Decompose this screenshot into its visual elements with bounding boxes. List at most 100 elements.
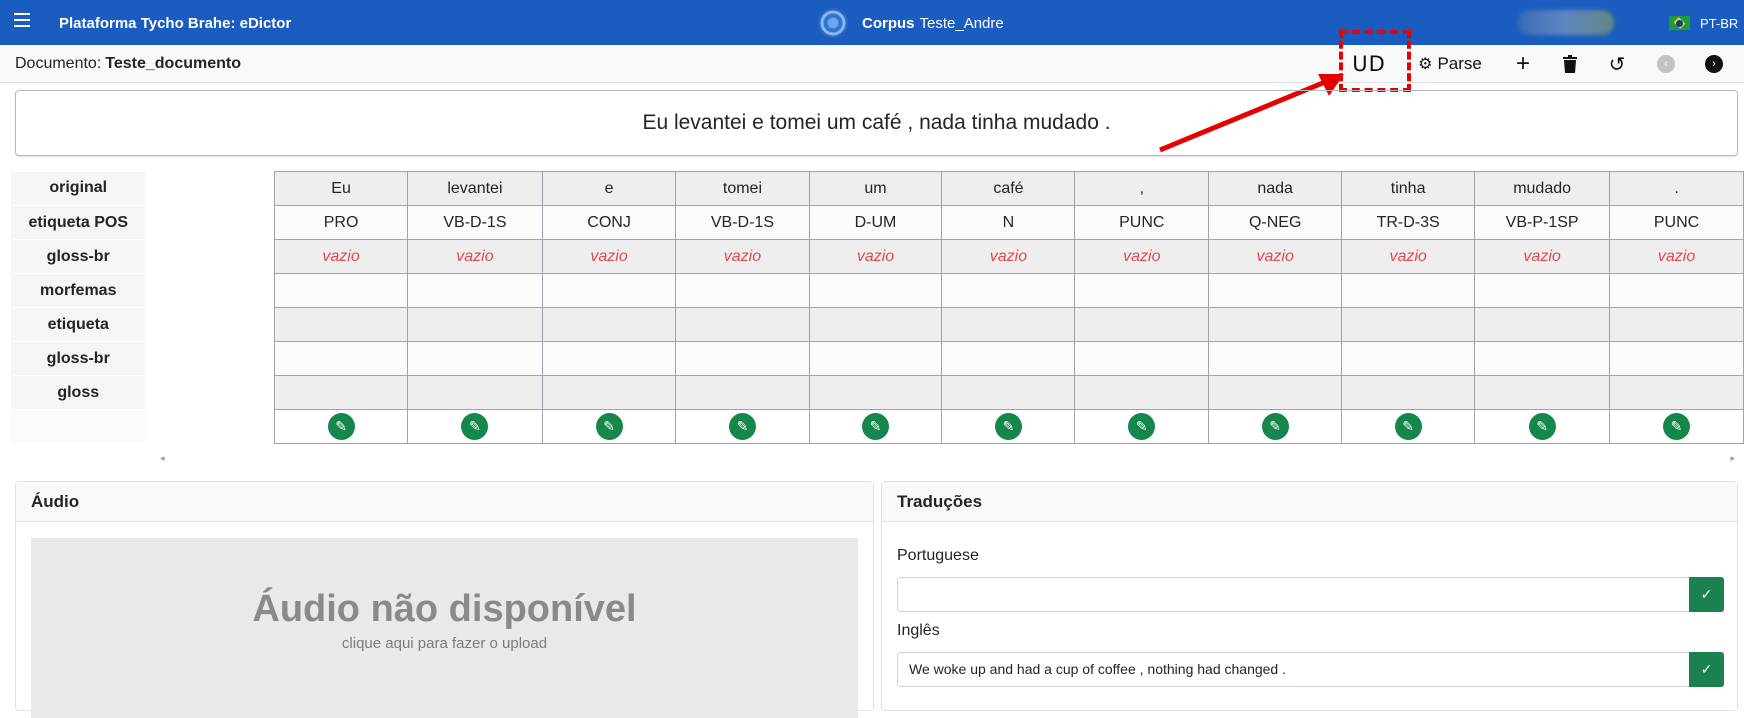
empty-cell[interactable] [541,273,677,308]
audio-upload-area[interactable]: Áudio não disponível clique aqui para fa… [31,538,858,718]
trash-icon[interactable] [1557,48,1583,80]
token-cell[interactable]: nada [1208,171,1343,206]
pos-cell[interactable]: D-UM [808,205,943,240]
empty-cell[interactable] [1474,341,1611,376]
empty-cell[interactable] [1341,307,1476,342]
parse-button[interactable]: ⚙ Parse [1413,48,1487,80]
empty-cell[interactable] [675,307,810,342]
pencil-icon[interactable]: ✎ [1128,413,1156,440]
pos-cell[interactable]: PUNC [1609,205,1744,240]
gloss-cell[interactable]: vazio [1074,239,1210,274]
gloss-cell[interactable]: vazio [808,239,943,274]
empty-cell[interactable] [1474,307,1611,342]
gloss-cell[interactable]: vazio [675,239,810,274]
pos-cell[interactable]: TR-D-3S [1341,205,1476,240]
pos-cell[interactable]: VB-P-1SP [1474,205,1611,240]
pos-cell[interactable]: CONJ [541,205,677,240]
empty-cell[interactable] [1208,307,1343,342]
pencil-icon[interactable]: ✎ [327,413,355,440]
app-title[interactable]: Plataforma Tycho Brahe: eDictor [59,15,291,32]
empty-cell[interactable] [941,273,1076,308]
empty-cell[interactable] [274,375,409,410]
empty-cell[interactable] [1208,273,1343,308]
chevron-right-icon[interactable]: › [1705,55,1723,73]
token-cell[interactable]: mudado [1474,171,1611,206]
pencil-icon[interactable]: ✎ [861,413,889,440]
empty-cell[interactable] [407,307,543,342]
empty-cell[interactable] [1474,273,1611,308]
pencil-icon[interactable]: ✎ [1394,413,1422,440]
gloss-cell[interactable]: vazio [1208,239,1343,274]
scroll-left-icon[interactable]: ◂ [160,453,165,464]
empty-cell[interactable] [941,375,1076,410]
language-selector[interactable]: PT-BR [1700,16,1738,31]
scroll-right-icon[interactable]: ▸ [1730,453,1735,464]
empty-cell[interactable] [675,341,810,376]
empty-cell[interactable] [541,341,677,376]
gloss-cell[interactable]: vazio [1341,239,1476,274]
empty-cell[interactable] [1208,341,1343,376]
empty-cell[interactable] [541,307,677,342]
gloss-cell[interactable]: vazio [274,239,409,274]
token-cell[interactable]: . [1609,171,1744,206]
empty-cell[interactable] [1341,341,1476,376]
horizontal-scrollbar[interactable]: ◂ ▸ [157,452,1738,466]
plus-icon[interactable]: + [1511,48,1535,80]
empty-cell[interactable] [1074,341,1210,376]
brazil-flag-icon[interactable] [1669,16,1690,30]
empty-cell[interactable] [407,273,543,308]
token-cell[interactable]: tomei [675,171,810,206]
pos-cell[interactable]: PRO [274,205,409,240]
empty-cell[interactable] [808,341,943,376]
empty-cell[interactable] [675,375,810,410]
pos-cell[interactable]: VB-D-1S [407,205,543,240]
undo-icon[interactable]: ↺ [1604,48,1630,80]
token-cell[interactable]: , [1074,171,1210,206]
gloss-cell[interactable]: vazio [541,239,677,274]
english-translation-input[interactable]: We woke up and had a cup of coffee , not… [897,652,1708,687]
empty-cell[interactable] [274,341,409,376]
chevron-left-icon[interactable]: ‹ [1657,55,1675,73]
portuguese-translation-input[interactable] [897,577,1708,612]
pencil-icon[interactable]: ✎ [595,413,623,440]
token-cell[interactable]: levantei [407,171,543,206]
empty-cell[interactable] [1474,375,1611,410]
gloss-cell[interactable]: vazio [1474,239,1611,274]
pos-cell[interactable]: N [941,205,1076,240]
token-cell[interactable]: café [941,171,1076,206]
empty-cell[interactable] [1341,375,1476,410]
gloss-cell[interactable]: vazio [1609,239,1744,274]
empty-cell[interactable] [941,341,1076,376]
pencil-icon[interactable]: ✎ [1663,413,1691,440]
pos-cell[interactable]: VB-D-1S [675,205,810,240]
corpus-info[interactable]: Corpus Teste_Andre [818,8,1004,38]
check-icon[interactable]: ✓ [1689,652,1724,687]
pencil-icon[interactable]: ✎ [1261,413,1289,440]
pencil-icon[interactable]: ✎ [1528,413,1556,440]
pos-cell[interactable]: Q-NEG [1208,205,1343,240]
empty-cell[interactable] [1609,341,1744,376]
pencil-icon[interactable]: ✎ [994,413,1022,440]
pos-cell[interactable]: PUNC [1074,205,1210,240]
token-cell[interactable]: e [541,171,677,206]
empty-cell[interactable] [1609,375,1744,410]
pencil-icon[interactable]: ✎ [728,413,756,440]
token-cell[interactable]: um [808,171,943,206]
sentence-box[interactable]: Eu levantei e tomei um café , nada tinha… [15,90,1738,156]
pencil-icon[interactable]: ✎ [461,413,489,440]
empty-cell[interactable] [808,307,943,342]
hamburger-icon[interactable] [14,13,30,27]
empty-cell[interactable] [274,307,409,342]
empty-cell[interactable] [1208,375,1343,410]
empty-cell[interactable] [274,273,409,308]
empty-cell[interactable] [1341,273,1476,308]
empty-cell[interactable] [407,375,543,410]
empty-cell[interactable] [1609,307,1744,342]
empty-cell[interactable] [407,341,543,376]
user-menu[interactable] [1518,10,1614,35]
empty-cell[interactable] [808,375,943,410]
upload-hint[interactable]: clique aqui para fazer o upload [31,635,858,652]
empty-cell[interactable] [1074,375,1210,410]
gloss-cell[interactable]: vazio [407,239,543,274]
token-cell[interactable]: tinha [1341,171,1476,206]
